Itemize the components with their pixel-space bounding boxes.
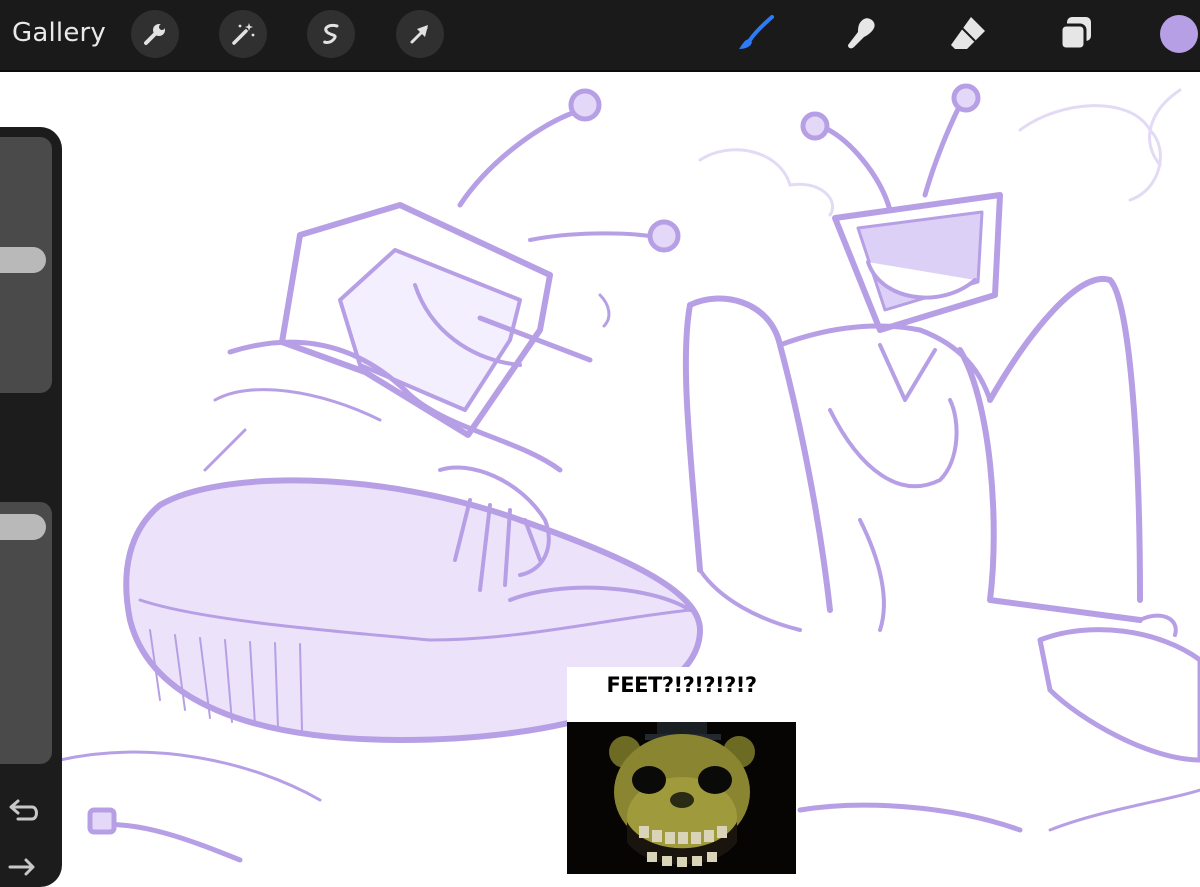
magic-wand-icon xyxy=(232,23,255,45)
brush-tool-button[interactable] xyxy=(734,12,778,56)
eraser-icon xyxy=(951,17,985,49)
transform-arrow-icon xyxy=(410,25,428,44)
layers-button[interactable] xyxy=(1054,12,1098,56)
selection-icon xyxy=(323,24,339,44)
golden-bear-image xyxy=(567,722,796,874)
gallery-button[interactable]: Gallery xyxy=(12,18,106,48)
redo-icon[interactable] xyxy=(6,855,40,879)
meme-caption: FEET?!?!?!?!? xyxy=(606,673,757,697)
brush-icon xyxy=(739,15,774,49)
transform-button[interactable] xyxy=(396,10,444,58)
eraser-tool-button[interactable] xyxy=(946,12,990,56)
layers-icon xyxy=(1059,17,1091,51)
smudge-tool-button[interactable] xyxy=(840,12,884,56)
opacity-slider[interactable] xyxy=(0,502,52,764)
sidebar xyxy=(0,127,62,887)
smudge-icon xyxy=(848,18,875,49)
brush-size-slider[interactable] xyxy=(0,137,52,393)
wrench-icon xyxy=(144,24,165,45)
undo-icon[interactable] xyxy=(6,797,40,827)
selection-button[interactable] xyxy=(307,10,355,58)
opacity-thumb[interactable] xyxy=(0,514,46,540)
adjustments-button[interactable] xyxy=(219,10,267,58)
top-toolbar: Gallery xyxy=(0,0,1200,72)
meme-image: FEET?!?!?!?!? xyxy=(567,667,796,874)
brush-size-thumb[interactable] xyxy=(0,247,46,273)
color-picker-button[interactable] xyxy=(1160,15,1198,53)
actions-button[interactable] xyxy=(131,10,179,58)
